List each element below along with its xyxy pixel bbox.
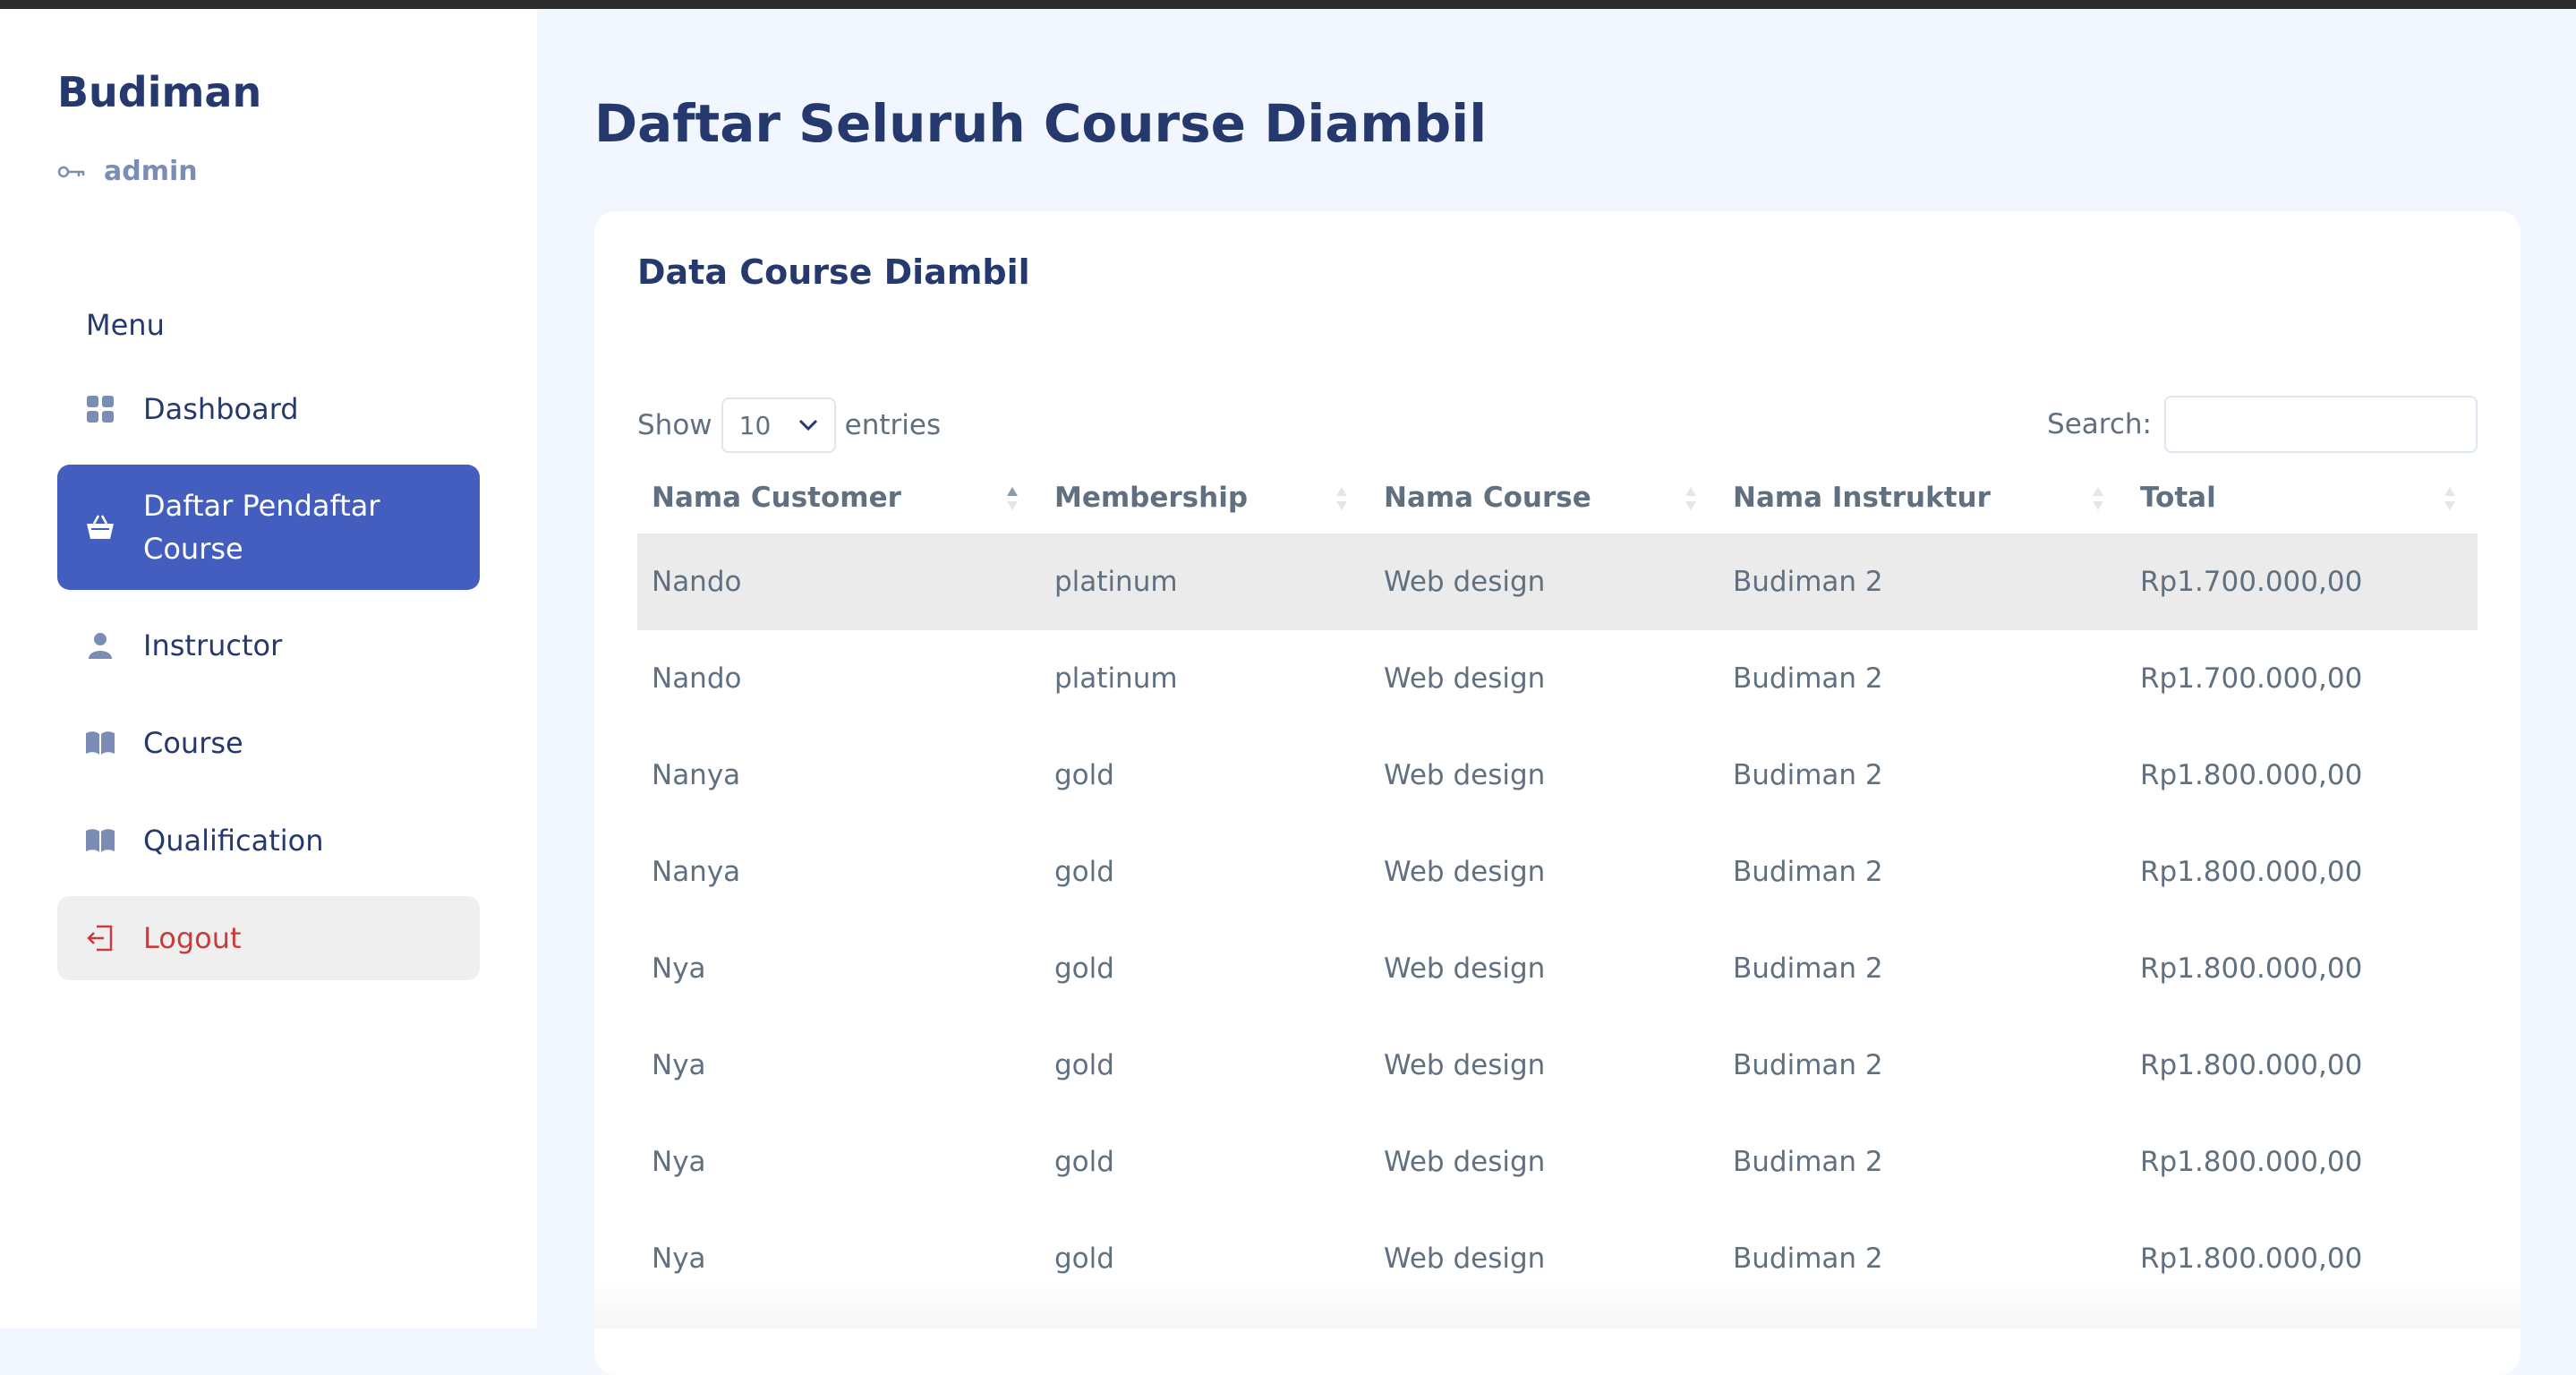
sort-asc-icon <box>1007 487 1018 510</box>
cell-nama-course: Web design <box>1384 1049 1546 1081</box>
grid-icon <box>86 395 115 423</box>
cell-nama-customer: Nando <box>637 534 1040 630</box>
table-row: Nya gold Web design Budiman 2 Rp1.800.00… <box>637 920 2478 1017</box>
person-icon <box>86 631 115 660</box>
cell-nama-course: Web design <box>1384 1146 1546 1178</box>
cell-membership: platinum <box>1040 534 1369 630</box>
cell-nama-course: Web design <box>1384 759 1546 791</box>
sidebar-item-label: Dashboard <box>143 392 299 426</box>
brand-name: Budiman <box>57 68 262 116</box>
sidebar-item-daftar-pendaftar-course[interactable]: Daftar Pendaftar Course <box>57 465 480 590</box>
page-title: Daftar Seluruh Course Diambil <box>594 93 1488 154</box>
search-label: Search: <box>2047 408 2152 440</box>
sort-icon <box>1685 487 1696 510</box>
cell-total: Rp1.800.000,00 <box>2140 952 2363 985</box>
column-header-nama-customer[interactable]: Nama Customer <box>637 462 1040 534</box>
menu-title: Menu <box>86 308 165 342</box>
show-label: Show <box>637 409 712 441</box>
sort-icon <box>1336 487 1347 510</box>
cell-nama-instruktur: Budiman 2 <box>1719 534 2126 630</box>
cell-nama-instruktur: Budiman 2 <box>1733 759 1883 791</box>
cell-membership: gold <box>1054 1146 1114 1178</box>
book-icon <box>86 729 115 757</box>
table-row: Nanya gold Web design Budiman 2 Rp1.800.… <box>637 727 2478 824</box>
cell-membership: gold <box>1054 759 1114 791</box>
cell-total: Rp1.700.000,00 <box>2126 534 2478 630</box>
cell-nama-course: Web design <box>1369 534 1719 630</box>
cell-nama-customer: Nya <box>652 1146 706 1178</box>
logout-icon <box>86 924 115 952</box>
data-card: Data Course Diambil Show 10 entries Sear… <box>594 211 2521 1375</box>
table-row: Nya gold Web design Budiman 2 Rp1.800.00… <box>637 1114 2478 1210</box>
table-header-row: Nama Customer Membership Nama Course Nam… <box>637 462 2478 534</box>
table-row: Nya gold Web design Budiman 2 Rp1.800.00… <box>637 1017 2478 1114</box>
basket-icon <box>86 513 115 542</box>
chevron-down-icon <box>798 419 817 431</box>
sidebar-menu: Dashboard Daftar Pendaftar Course Instru… <box>57 367 480 994</box>
table-row: Nando platinum Web design Budiman 2 Rp1.… <box>637 534 2478 630</box>
entries-value: 10 <box>738 410 772 440</box>
sidebar-item-label: Instructor <box>143 628 283 662</box>
cell-total: Rp1.800.000,00 <box>2140 1146 2363 1178</box>
cell-membership: gold <box>1054 856 1114 888</box>
window-top-bar <box>0 0 2576 9</box>
sort-icon <box>2444 487 2455 510</box>
column-header-membership[interactable]: Membership <box>1040 462 1369 534</box>
column-header-label: Nama Course <box>1384 482 1591 514</box>
table-row: Nando platinum Web design Budiman 2 Rp1.… <box>637 630 2478 727</box>
sidebar-item-label: Logout <box>143 921 242 955</box>
sidebar-item-label: Qualification <box>143 824 324 858</box>
table-search: Search: <box>2047 396 2478 453</box>
search-input[interactable] <box>2164 396 2478 453</box>
cell-total: Rp1.800.000,00 <box>2140 1049 2363 1081</box>
sidebar-item-qualification[interactable]: Qualification <box>57 799 480 883</box>
entries-label: entries <box>844 409 942 441</box>
cell-membership: gold <box>1054 952 1114 985</box>
cell-nama-instruktur: Budiman 2 <box>1733 856 1883 888</box>
sidebar-item-logout[interactable]: Logout <box>57 896 480 980</box>
entries-length-control: Show 10 entries <box>637 397 941 453</box>
sidebar-item-dashboard[interactable]: Dashboard <box>57 367 480 451</box>
role-label: admin <box>104 156 198 187</box>
cell-nama-customer: Nanya <box>652 759 741 791</box>
user-role: admin <box>57 156 198 187</box>
cell-total: Rp1.800.000,00 <box>2140 759 2363 791</box>
column-header-label: Membership <box>1054 482 1249 514</box>
card-title: Data Course Diambil <box>637 252 1030 292</box>
table-row: Nanya gold Web design Budiman 2 Rp1.800.… <box>637 824 2478 920</box>
entries-select[interactable]: 10 <box>721 397 836 453</box>
column-header-nama-instruktur[interactable]: Nama Instruktur <box>1719 462 2126 534</box>
cell-total: Rp1.800.000,00 <box>2140 856 2363 888</box>
cell-nama-instruktur: Budiman 2 <box>1733 1146 1883 1178</box>
column-header-total[interactable]: Total <box>2126 462 2478 534</box>
cell-membership: gold <box>1054 1049 1114 1081</box>
cell-nama-instruktur: Budiman 2 <box>1733 952 1883 985</box>
column-header-label: Nama Customer <box>652 482 901 514</box>
cell-nama-course: Web design <box>1384 662 1546 695</box>
scroll-fade <box>594 1280 2521 1328</box>
sidebar-item-instructor[interactable]: Instructor <box>57 603 480 688</box>
cell-membership: platinum <box>1054 662 1178 695</box>
sort-icon <box>2093 487 2103 510</box>
column-header-label: Total <box>2140 482 2216 514</box>
cell-nama-course: Web design <box>1384 856 1546 888</box>
key-icon <box>57 166 85 177</box>
cell-total: Rp1.700.000,00 <box>2140 662 2363 695</box>
sidebar: Budiman admin Menu Dashboard Daftar Pend… <box>0 9 537 1328</box>
cell-nama-customer: Nya <box>652 952 706 985</box>
column-header-label: Nama Instruktur <box>1733 482 1991 514</box>
book-icon <box>86 826 115 855</box>
sidebar-item-course[interactable]: Course <box>57 701 480 785</box>
cell-nama-instruktur: Budiman 2 <box>1733 662 1883 695</box>
column-header-nama-course[interactable]: Nama Course <box>1369 462 1719 534</box>
cell-nama-customer: Nanya <box>652 856 741 888</box>
cell-nama-course: Web design <box>1384 952 1546 985</box>
data-table: Nama Customer Membership Nama Course Nam… <box>637 462 2478 1307</box>
sidebar-item-label: Course <box>143 726 243 760</box>
cell-nama-instruktur: Budiman 2 <box>1733 1049 1883 1081</box>
cell-nama-customer: Nando <box>652 662 742 695</box>
sidebar-item-label: Daftar Pendaftar Course <box>143 489 380 566</box>
cell-nama-customer: Nya <box>652 1049 706 1081</box>
